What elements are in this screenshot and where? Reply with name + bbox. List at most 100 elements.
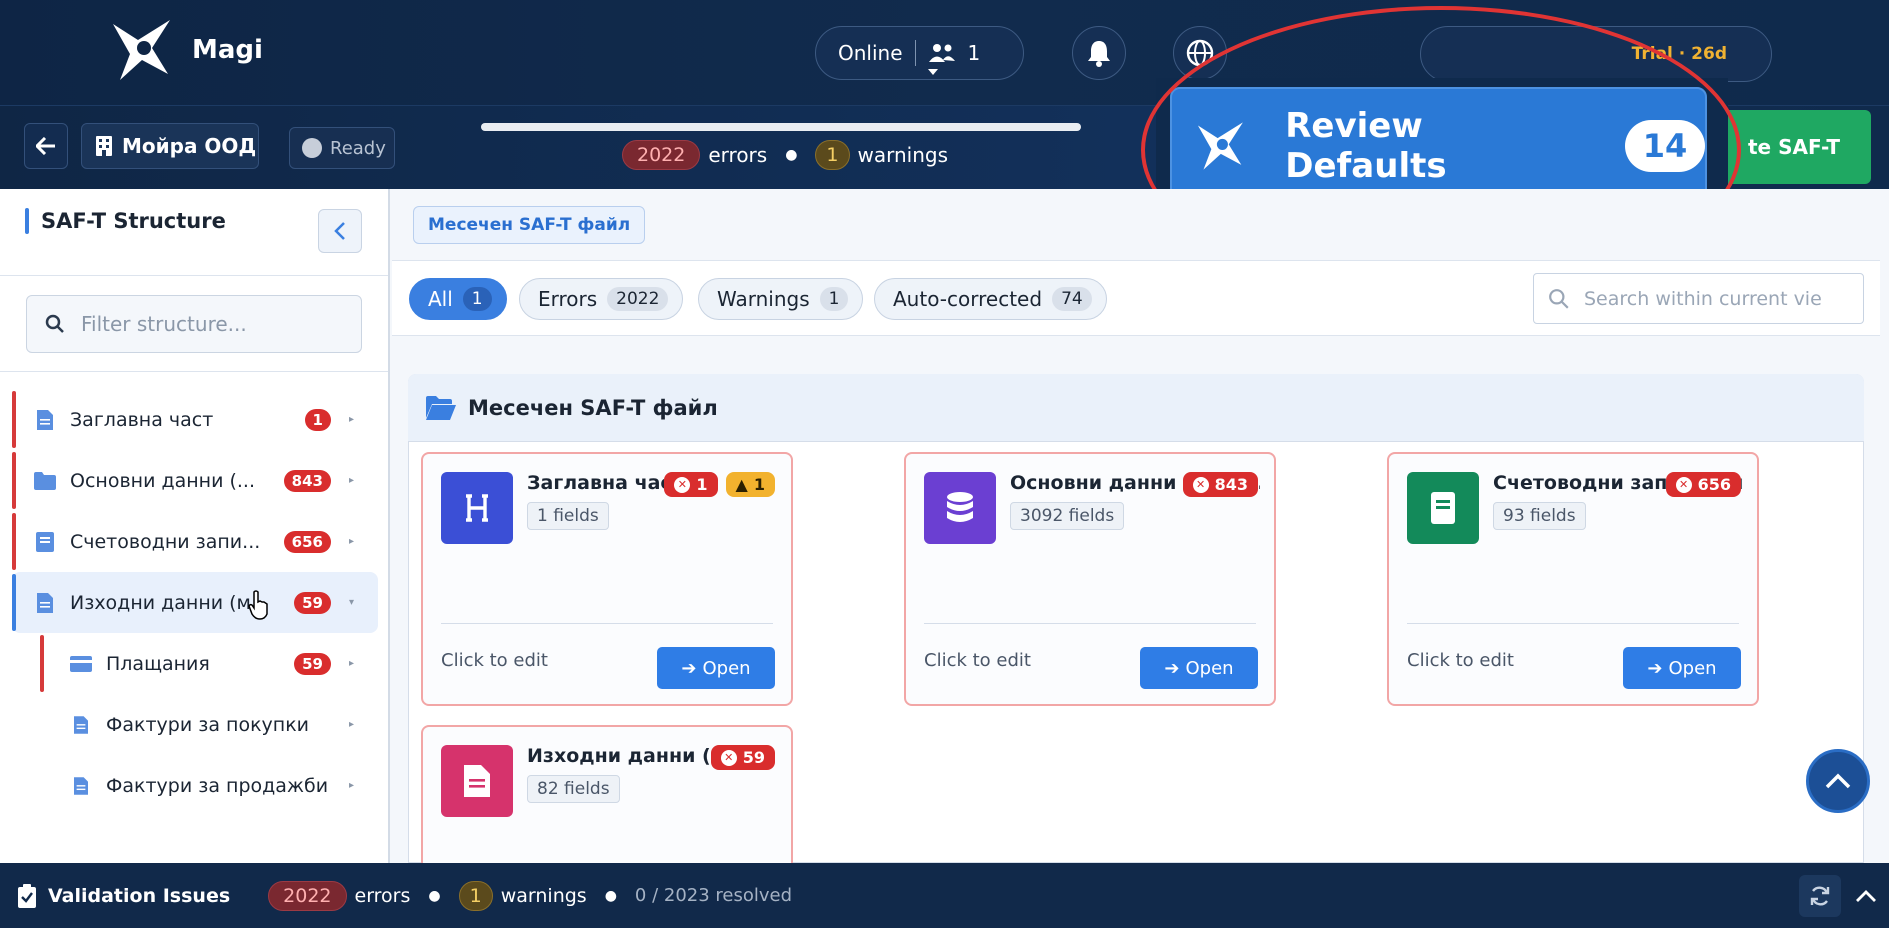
database-icon (924, 472, 996, 544)
accent-bar (25, 208, 29, 234)
tree-item-label: Фактури за продажби (106, 774, 329, 797)
errors-label: errors (354, 884, 411, 907)
warning-count: 1 (753, 475, 765, 494)
folder-open-icon (426, 395, 456, 420)
card-source-documents[interactable]: Изходни данни (месечни) 82 fields ✕59 (421, 725, 793, 865)
click-to-edit: Click to edit (441, 650, 548, 671)
error-count: 1 (696, 475, 708, 494)
caret-right-icon: ▸ (348, 658, 354, 669)
status-indicator: Ready (289, 127, 395, 169)
error-count: 59 (742, 748, 765, 767)
card-entries[interactable]: Счетоводни записвания 93 fields ✕ 656 Cli… (1387, 452, 1759, 706)
tree-item-header[interactable]: Заглавна част 1 ▸ (12, 389, 378, 450)
card-badges: ✕ 656 (1665, 472, 1741, 497)
chip-count: 1 (462, 287, 492, 311)
error-count-badge: 59 (294, 591, 331, 614)
bullet-separator: ● (604, 887, 617, 904)
card-badges: ✕ 59 (710, 745, 775, 770)
error-count-badge: 2022 (622, 140, 701, 170)
x-circle-icon: ✕ (674, 476, 691, 493)
validation-issues-bar[interactable]: Validation Issues 2022 errors ● 1 warnin… (0, 863, 1889, 928)
chip-label: All (428, 287, 453, 311)
card-header[interactable]: Заглавна част 1 fields ✕ 1 ▲ 1 Click to ed… (421, 452, 793, 706)
x-circle-icon: ✕ (1192, 476, 1209, 493)
collapse-sidebar-button[interactable] (318, 209, 362, 253)
chip-count: 74 (1052, 287, 1092, 311)
filter-auto-corrected[interactable]: Auto-corrected 74 (874, 278, 1107, 320)
users-icon (928, 44, 955, 62)
open-label: Open (1185, 657, 1234, 679)
progress-bar (481, 123, 1081, 131)
error-count-badge: 843 (283, 469, 331, 492)
app-logo[interactable]: Magi (108, 18, 263, 82)
tree-item-label: Фактури за покупки (106, 713, 310, 736)
status-dot (302, 138, 322, 158)
open-label: Open (702, 657, 751, 679)
field-count: 3092 fields (1010, 502, 1125, 530)
invoice-icon (70, 714, 92, 736)
search-input[interactable]: Search within current vie (1533, 273, 1864, 324)
filter-errors[interactable]: Errors 2022 (519, 278, 684, 320)
open-button[interactable]: ➔ Open (657, 647, 775, 689)
sidebar-header: SAF-T Structure (25, 208, 226, 234)
filter-all[interactable]: All 1 (409, 278, 507, 320)
tree-item-label: Счетоводни запи... (70, 530, 261, 553)
breadcrumb[interactable]: Месечен SAF-T файл (413, 206, 646, 244)
bar-title: Validation Issues (48, 884, 231, 907)
divider (924, 623, 1256, 624)
field-count: 1 fields (527, 502, 609, 530)
refresh-button[interactable] (1799, 875, 1841, 917)
folder-icon (34, 470, 56, 492)
credit-card-icon (70, 653, 92, 675)
bell-icon (1088, 41, 1110, 67)
caret-right-icon: ▸ (348, 719, 354, 730)
warnings-label: warnings (500, 884, 587, 907)
building-icon (96, 136, 112, 156)
warnings-label: warnings (857, 143, 949, 167)
error-count: 843 (1214, 475, 1248, 494)
tree-item-payments[interactable]: Плащания 59 ▸ (12, 633, 378, 694)
divider (0, 275, 388, 276)
notifications-button[interactable] (1072, 26, 1126, 80)
tree-item-entries[interactable]: Счетоводни запи... 656 ▸ (12, 511, 378, 572)
back-button[interactable] (24, 123, 68, 169)
tree-item-purchase-invoices[interactable]: Фактури за покупки ▸ (12, 694, 378, 755)
scroll-to-top-button[interactable] (1806, 749, 1870, 813)
errors-label: errors (708, 143, 768, 167)
invoice-icon (70, 775, 92, 797)
open-button[interactable]: ➔ Open (1623, 647, 1741, 689)
online-status[interactable]: Online 1 (815, 26, 1024, 80)
section-header: Месечен SAF-T файл (408, 374, 1864, 442)
open-button[interactable]: ➔ Open (1140, 647, 1258, 689)
x-circle-icon: ✕ (720, 749, 737, 766)
chip-count: 2022 (607, 287, 669, 311)
divider (1407, 623, 1739, 624)
caret-right-icon: ▸ (348, 414, 354, 425)
card-badges: ✕ 1 ▲ 1 (664, 472, 775, 497)
search-icon (1549, 288, 1569, 309)
error-badge: ✕ 656 (1665, 472, 1741, 497)
filter-placeholder: Filter structure... (81, 312, 247, 336)
company-selector[interactable]: Мойра ООД (81, 123, 259, 169)
card-master-files[interactable]: Основни данни (месеч... 3092 fields ✕ 843… (904, 452, 1276, 706)
tree-item-source-documents[interactable]: Изходни данни (м... 59 ▾ (12, 572, 378, 633)
field-count: 82 fields (527, 775, 620, 803)
refresh-icon (1810, 886, 1830, 906)
chevron-up-icon[interactable] (1855, 889, 1877, 903)
filter-structure-input[interactable]: Filter structure... (26, 295, 362, 353)
divider (441, 623, 773, 624)
issue-summary: 2022 errors ● 1 warnings (622, 140, 948, 170)
file-text-icon (441, 745, 513, 817)
search-icon (45, 314, 64, 333)
click-to-edit: Click to edit (924, 650, 1031, 671)
error-badge: ✕ 1 (664, 472, 718, 497)
error-count-badge: 656 (283, 530, 331, 553)
tree-item-sales-invoices[interactable]: Фактури за продажби ▸ (12, 755, 378, 816)
bar-actions (1799, 875, 1877, 917)
filter-warnings[interactable]: Warnings 1 (698, 278, 864, 320)
section-title: Месечен SAF-T файл (468, 395, 718, 420)
tree-item-master-files[interactable]: Основни данни (... 843 ▸ (12, 450, 378, 511)
heading-icon (441, 472, 513, 544)
error-badge: ✕ 59 (710, 745, 775, 770)
issue-stats: 2022 errors ● 1 warnings ● 0 / 2023 reso… (268, 880, 792, 911)
